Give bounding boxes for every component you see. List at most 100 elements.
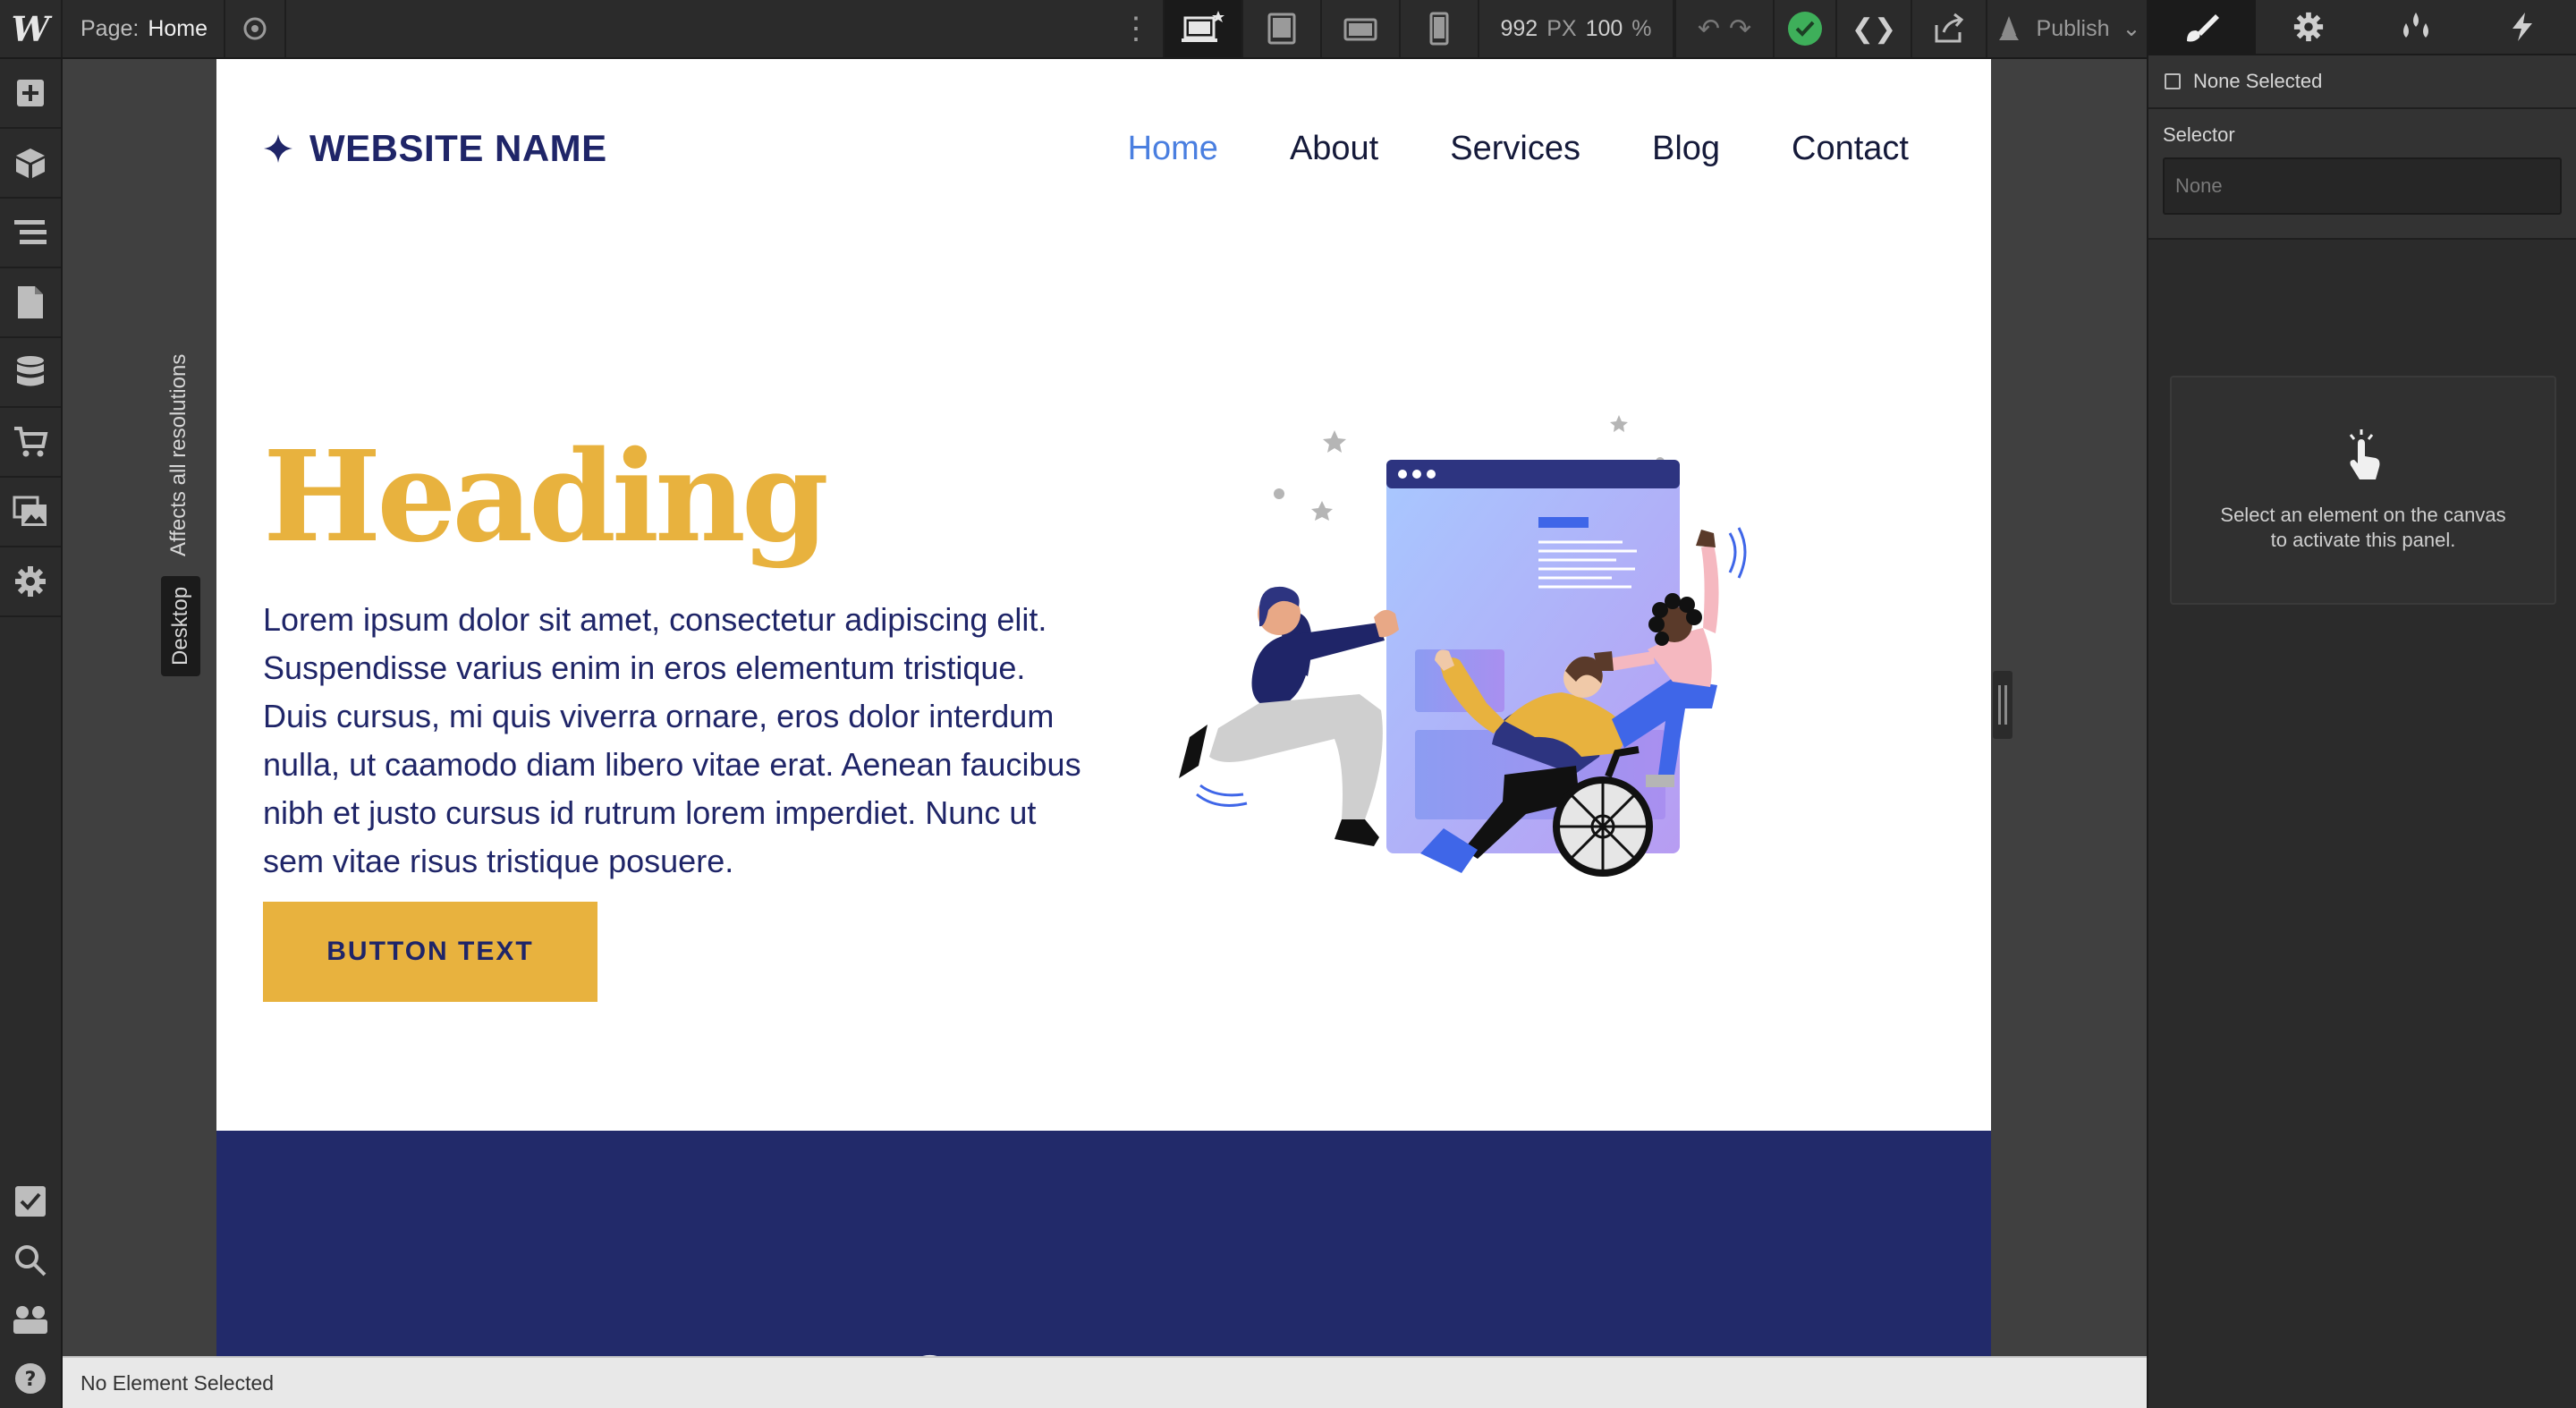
- site-status-button[interactable]: [1773, 0, 1835, 57]
- rocket-icon: [1998, 16, 2019, 40]
- canvas-width-unit: PX: [1546, 15, 1577, 41]
- page-switcher[interactable]: Page: Home: [63, 0, 224, 57]
- page-label: Page:: [80, 15, 140, 41]
- none-selected-row[interactable]: None Selected: [2148, 55, 2576, 109]
- assets-images-icon: [13, 496, 47, 526]
- tab-style-manager[interactable]: [2362, 0, 2470, 54]
- navigator-button[interactable]: [0, 199, 61, 268]
- pages-icon: [18, 286, 43, 318]
- site-navbar[interactable]: WEBSITE NAME Home About Services Blog Co…: [263, 120, 1909, 177]
- nav-link-blog[interactable]: Blog: [1652, 130, 1720, 168]
- components-icon: [16, 148, 45, 178]
- sparkle-logo-icon: [264, 134, 292, 163]
- tab-style[interactable]: [2148, 0, 2256, 54]
- assets-button[interactable]: [0, 478, 61, 547]
- audit-button[interactable]: [0, 1172, 61, 1231]
- code-brackets-icon: ❮❯: [1851, 13, 1897, 44]
- cart-icon: [14, 427, 48, 457]
- canvas-zoom: 100: [1585, 15, 1623, 41]
- canvas-width: 992: [1500, 15, 1538, 41]
- settings-button[interactable]: [0, 547, 61, 617]
- breakpoint-tablet-button[interactable]: [1241, 0, 1320, 57]
- desktop-star-icon: [1182, 11, 1224, 42]
- webflow-designer: W Page: Home ⋮ 992 PX 100 % ↶ ↷ ❮❯ Publi…: [0, 0, 2576, 1408]
- tab-settings[interactable]: [2256, 0, 2363, 54]
- more-options-button[interactable]: ⋮: [1109, 0, 1163, 57]
- search-button[interactable]: [0, 1231, 61, 1290]
- navigator-icon: [14, 220, 47, 244]
- features-section[interactable]: [216, 1131, 1991, 1356]
- panel-tabs: [2148, 0, 2576, 55]
- hero-button[interactable]: BUTTON TEXT: [263, 902, 597, 1002]
- add-icon: [17, 80, 44, 106]
- settings-gear-icon: [15, 566, 46, 597]
- publish-button[interactable]: Publish ⌄: [1986, 0, 2147, 57]
- left-toolbar: ?: [0, 59, 63, 1408]
- breakpoint-portrait-button[interactable]: [1399, 0, 1478, 57]
- share-icon: [1935, 13, 1964, 43]
- right-panel: None Selected Selector None Select an el…: [2147, 0, 2576, 1408]
- help-button[interactable]: ?: [0, 1349, 61, 1408]
- collaborators-button[interactable]: [0, 1290, 61, 1349]
- ecommerce-button[interactable]: [0, 408, 61, 478]
- top-toolbar: W Page: Home ⋮ 992 PX 100 % ↶ ↷ ❮❯ Publi…: [0, 0, 2147, 59]
- add-panel-button[interactable]: [0, 59, 61, 129]
- undo-redo-group: ↶ ↷: [1674, 0, 1773, 57]
- selector-input[interactable]: None: [2163, 157, 2562, 215]
- breakpoint-desktop-button[interactable]: [1163, 0, 1241, 57]
- design-canvas[interactable]: Affects all resolutions Desktop WEBSITE …: [63, 59, 2147, 1356]
- nav-link-services[interactable]: Services: [1450, 130, 1580, 168]
- style-brush-icon: [2186, 14, 2219, 42]
- status-bar: No Element Selected: [63, 1356, 2147, 1408]
- vertical-dots-icon: ⋮: [1121, 12, 1151, 46]
- chevron-down-icon: ⌄: [2122, 16, 2141, 41]
- breakpoint-landscape-button[interactable]: [1320, 0, 1399, 57]
- selection-status: No Element Selected: [80, 1370, 275, 1395]
- webflow-logo[interactable]: W: [0, 0, 63, 57]
- hero-illustration[interactable]: [1111, 399, 1952, 989]
- nav-menu: Home About Services Blog Contact: [1128, 130, 1909, 168]
- code-export-button[interactable]: ❮❯: [1835, 0, 1911, 57]
- page-name: Home: [148, 15, 208, 41]
- site-brand[interactable]: WEBSITE NAME: [263, 127, 607, 170]
- mobile-portrait-icon: [1429, 12, 1449, 46]
- cms-button[interactable]: [0, 338, 61, 408]
- empty-state-message: Select an element on the canvas to activ…: [2220, 504, 2506, 551]
- tab-interactions[interactable]: [2470, 0, 2576, 54]
- search-icon: [15, 1245, 47, 1277]
- nav-link-about[interactable]: About: [1290, 130, 1378, 168]
- checkbox-icon[interactable]: [2165, 73, 2181, 89]
- tablet-icon: [1267, 13, 1296, 45]
- collaborators-icon: [13, 1306, 47, 1334]
- hero-paragraph[interactable]: Lorem ipsum dolor sit amet, consectetur …: [263, 596, 1086, 886]
- nav-link-contact[interactable]: Contact: [1792, 130, 1909, 168]
- pointer-hand-icon: [2349, 429, 2380, 479]
- settings-gear-icon: [2294, 12, 2324, 42]
- redo-icon[interactable]: ↷: [1729, 13, 1751, 45]
- left-toolbar-bottom: ?: [0, 1172, 61, 1408]
- undo-icon[interactable]: ↶: [1698, 13, 1720, 45]
- canvas-zoom-unit: %: [1631, 15, 1652, 41]
- breakpoint-badge: Desktop: [161, 575, 200, 676]
- pages-button[interactable]: [0, 268, 61, 338]
- mobile-landscape-icon: [1343, 18, 1377, 41]
- selector-section: Selector None: [2148, 109, 2576, 240]
- website-preview[interactable]: WEBSITE NAME Home About Services Blog Co…: [216, 59, 1991, 1356]
- empty-state-card: Select an element on the canvas to activ…: [2170, 376, 2556, 605]
- nav-link-home[interactable]: Home: [1128, 130, 1218, 168]
- selector-label: Selector: [2163, 123, 2235, 146]
- canvas-resize-handle[interactable]: [1993, 671, 2012, 739]
- eye-icon: [243, 17, 267, 40]
- share-button[interactable]: [1911, 0, 1986, 57]
- components-button[interactable]: [0, 129, 61, 199]
- svg-text:?: ?: [25, 1369, 37, 1391]
- hero-heading[interactable]: Heading: [263, 435, 829, 560]
- selector-placeholder: None: [2175, 174, 2223, 197]
- lightning-icon: [2512, 13, 2533, 41]
- audit-check-icon: [15, 1186, 46, 1217]
- preview-button[interactable]: [224, 0, 287, 57]
- none-selected-label: None Selected: [2193, 70, 2323, 92]
- help-question-icon: ?: [15, 1363, 46, 1394]
- brand-name: WEBSITE NAME: [309, 127, 607, 169]
- publish-label: Publish: [2036, 15, 2110, 41]
